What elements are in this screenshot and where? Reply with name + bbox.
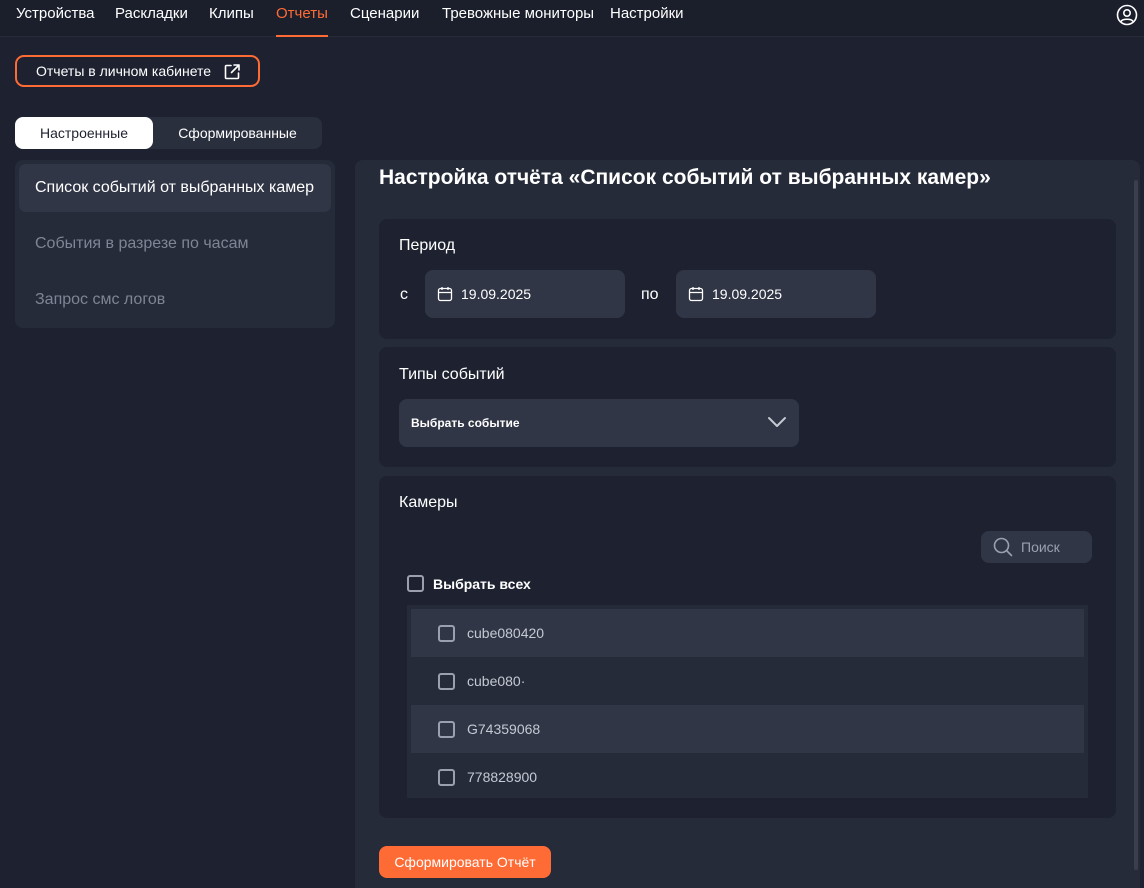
chevron-down-icon: [768, 417, 786, 427]
external-link-icon: [224, 64, 240, 80]
date-from-input[interactable]: 19.09.2025: [425, 270, 625, 318]
date-from-label: с: [400, 286, 408, 303]
nav-item-settings[interactable]: Настройки: [610, 0, 684, 37]
camera-checkbox[interactable]: [438, 720, 455, 738]
camera-checkbox[interactable]: [438, 672, 455, 690]
checkbox[interactable]: [407, 575, 424, 592]
select-all-checkbox[interactable]: Выбрать всех: [407, 575, 531, 592]
panel-scrollbar[interactable]: [1134, 180, 1138, 870]
calendar-icon: [688, 287, 704, 302]
report-item-sms-logs[interactable]: Запрос смс логов: [19, 276, 331, 324]
camera-list: cube080420 cube080· G74359068 778828900: [407, 605, 1088, 798]
date-to-input[interactable]: 19.09.2025: [676, 270, 876, 318]
camera-row[interactable]: cube080420: [411, 609, 1084, 657]
period-card: Период с 19.09.2025 по 19.09.2025: [379, 219, 1116, 339]
event-type-select[interactable]: Выбрать событие: [399, 399, 799, 447]
search-icon: [993, 537, 1013, 557]
select-all-label: Выбрать всех: [433, 575, 531, 592]
date-to-label: по: [641, 286, 659, 303]
camera-name: G74359068: [467, 721, 541, 737]
nav-item-layouts[interactable]: Раскладки: [115, 0, 188, 37]
cameras-title: Камеры: [399, 494, 458, 511]
personal-cabinet-reports-label: Отчеты в личном кабинете: [36, 63, 212, 79]
report-tabs: Настроенные Сформированные: [15, 117, 322, 149]
top-nav: Устройства Раскладки Клипы Отчеты Сценар…: [0, 0, 1144, 37]
report-settings-panel: Настройка отчёта «Список событий от выбр…: [355, 160, 1140, 888]
camera-checkbox[interactable]: [438, 768, 455, 786]
event-types-title: Типы событий: [399, 366, 505, 383]
calendar-icon: [437, 287, 453, 302]
page-title: Настройка отчёта «Список событий от выбр…: [379, 166, 991, 189]
camera-name: cube080·: [467, 673, 526, 689]
nav-item-alarm-monitors[interactable]: Тревожные мониторы: [442, 0, 594, 37]
tab-generated[interactable]: Сформированные: [153, 117, 322, 149]
nav-item-devices[interactable]: Устройства: [16, 0, 94, 37]
date-to-value: 19.09.2025: [712, 286, 783, 302]
camera-checkbox[interactable]: [438, 624, 455, 642]
camera-row[interactable]: cube080·: [411, 657, 1084, 705]
event-type-select-value: Выбрать событие: [411, 416, 520, 430]
generate-report-button[interactable]: Сформировать Отчёт: [379, 846, 551, 878]
user-circle-icon[interactable]: [1116, 4, 1138, 26]
camera-row[interactable]: 778828900: [411, 753, 1084, 801]
period-title: Период: [399, 237, 456, 254]
tab-configured[interactable]: Настроенные: [15, 117, 153, 149]
report-item-hourly-events[interactable]: События в разрезе по часам: [19, 220, 331, 268]
nav-item-clips[interactable]: Клипы: [209, 0, 254, 37]
camera-search[interactable]: [981, 531, 1092, 563]
camera-name: 778828900: [467, 769, 538, 785]
camera-row[interactable]: G74359068: [411, 705, 1084, 753]
search-input[interactable]: [1021, 539, 1081, 555]
nav-item-scenarios[interactable]: Сценарии: [350, 0, 419, 37]
report-item-camera-events[interactable]: Список событий от выбранных камер: [19, 164, 331, 212]
cameras-card: Камеры Выбрать всех cube080420 cube080·: [379, 476, 1116, 818]
personal-cabinet-reports-button[interactable]: Отчеты в личном кабинете: [15, 55, 260, 87]
event-types-card: Типы событий Выбрать событие: [379, 347, 1116, 467]
nav-item-reports[interactable]: Отчеты: [276, 0, 328, 37]
camera-name: cube080420: [467, 625, 545, 641]
report-list: Список событий от выбранных камер Событи…: [15, 160, 335, 328]
date-from-value: 19.09.2025: [461, 286, 532, 302]
